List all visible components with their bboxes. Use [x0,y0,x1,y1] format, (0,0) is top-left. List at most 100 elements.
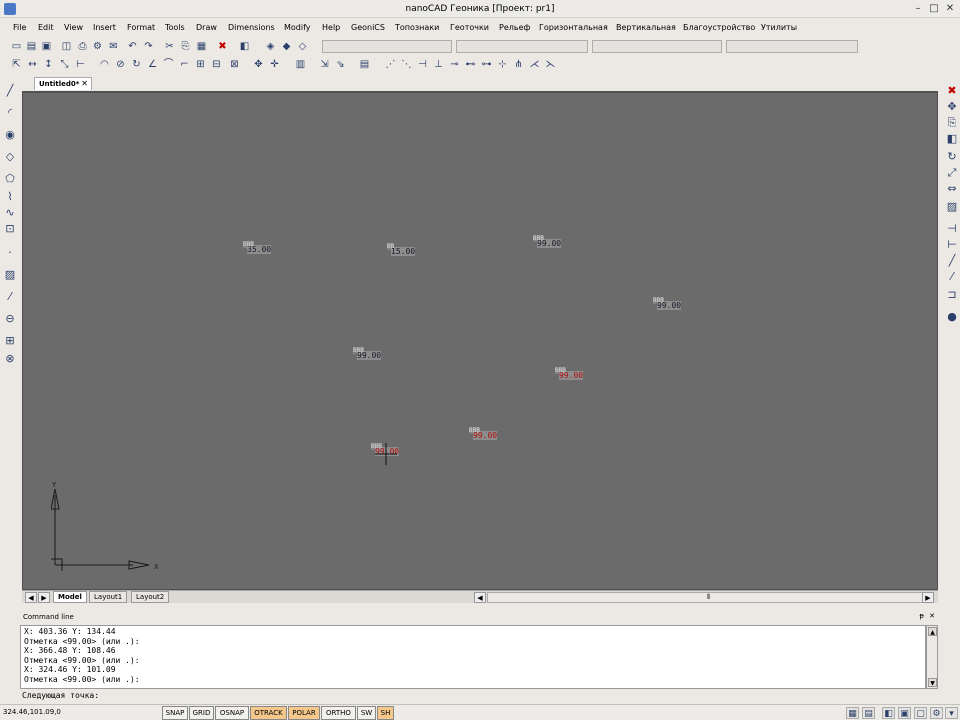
lineweight-combo[interactable] [726,40,858,53]
scale-tool-icon[interactable]: ⤢ [945,166,959,180]
layer-match-icon[interactable]: ◇ [296,40,309,53]
horizontal-scrollbar[interactable]: ⦀ [487,592,930,603]
tab-layout2[interactable]: Layout2 [131,591,170,603]
dimension-base-icon[interactable]: ⊢ [74,58,87,71]
hatch-edit-icon[interactable]: ▨ [945,200,959,214]
copy-icon[interactable]: ⎘ [179,40,192,53]
menu-view[interactable]: View [64,23,83,32]
line-icon[interactable]: ╱ [3,84,17,98]
tab-layout1[interactable]: Layout1 [89,591,128,603]
dimension-vertical-icon[interactable]: ↕ [42,58,55,71]
polygon-icon[interactable]: ⬠ [3,172,17,186]
close-tab-icon[interactable]: ✕ [81,79,88,88]
tab-next-icon[interactable]: ▶ [38,592,50,603]
block-icon[interactable]: ▥ [294,58,307,71]
osnap-toggle[interactable]: OSNAP [215,706,249,720]
ortho-toggle[interactable]: ORTHO [321,706,356,720]
close-icon[interactable]: ✕ [944,3,956,15]
stretch-tool-icon[interactable]: ⇔ [945,182,959,196]
snap-icon[interactable]: ⊠ [228,58,241,71]
rotate-tool-icon[interactable]: ↻ [945,150,959,164]
region-icon[interactable]: ⊡ [3,222,17,236]
xref-icon[interactable]: ▤ [358,58,371,71]
save-icon[interactable]: ▣ [40,40,53,53]
angle-icon[interactable]: ∠ [146,58,159,71]
menu-landscaping[interactable]: Благоустройство [683,23,755,32]
fullscreen-icon[interactable]: ▢ [914,707,927,719]
fillet-icon[interactable]: ⌒ [162,58,175,71]
gradient-icon[interactable]: ⁄ [3,290,17,304]
copy-object-icon[interactable]: ✛ [268,58,281,71]
menu-dimensions[interactable]: Dimensions [228,23,275,32]
layer-states-icon[interactable]: ◆ [280,40,293,53]
menu-utilities[interactable]: Утилиты [761,23,797,32]
explode-icon[interactable]: ⋋ [544,58,557,71]
scroll-up-icon[interactable]: ▲ [928,627,937,636]
circle-tool-icon[interactable]: ◉ [3,128,17,142]
point-tool-icon[interactable]: · [3,246,17,260]
extend-tool-icon[interactable]: ⊢ [945,238,959,252]
linetype-combo[interactable] [592,40,722,53]
join-tool-icon[interactable]: ⁄ [945,270,959,284]
tray-more-icon[interactable]: ▾ [945,707,958,719]
grid-toggle[interactable]: GRID [189,706,214,720]
command-scrollbar[interactable]: ▲ ▼ [926,625,938,689]
menu-format[interactable]: Format [127,23,155,32]
cut-icon[interactable]: ✂ [163,40,176,53]
clean-screen-icon[interactable]: ▣ [898,707,911,719]
menu-geonics[interactable]: GeoniCS [351,23,385,32]
print-icon[interactable]: ⎙ [76,40,89,53]
sw-toggle[interactable]: SW [357,706,376,720]
color-combo[interactable] [456,40,588,53]
erase-icon[interactable]: ✖ [945,84,959,98]
point-icon[interactable]: ⋰ [384,58,397,71]
menu-geopoints[interactable]: Геоточки [450,23,489,32]
dimension-aligned-icon[interactable]: ⤡ [58,58,71,71]
scale-icon[interactable]: ⋌ [528,58,541,71]
select-icon[interactable]: ⇱ [10,58,23,71]
otrack-toggle[interactable]: OTRACK [250,706,287,720]
ellipse-icon[interactable]: ⊖ [3,312,17,326]
menu-help[interactable]: Help [322,23,340,32]
publish-icon[interactable]: ✉ [107,40,120,53]
sh-toggle[interactable]: SH [377,706,394,720]
stretch-icon[interactable]: ⊶ [480,58,493,71]
new-file-icon[interactable]: ▭ [10,40,23,53]
extend-icon[interactable]: ⊥ [432,58,445,71]
chamfer-icon[interactable]: ⌐ [178,58,191,71]
rotate-icon[interactable]: ↻ [130,58,143,71]
layout-space-icon[interactable]: ▤ [862,707,875,719]
copy-tool-icon[interactable]: ⎘ [945,116,959,130]
open-icon[interactable]: ▤ [25,40,38,53]
menu-edit[interactable]: Edit [38,23,54,32]
redo-icon[interactable]: ↷ [142,40,155,53]
model-space-icon[interactable]: ▦ [846,707,859,719]
move-tool-icon[interactable]: ✥ [945,100,959,114]
snap-toggle[interactable]: SNAP [162,706,188,720]
layer-icon[interactable]: ◈ [264,40,277,53]
pin-icon[interactable]: ᵽ [919,612,924,620]
trim-icon[interactable]: ⊣ [416,58,429,71]
tray-settings-icon[interactable]: ⚙ [930,707,943,719]
hatch-icon[interactable]: ▨ [3,268,17,282]
move-icon[interactable]: ✥ [252,58,265,71]
menu-horizontal[interactable]: Горизонтальная [539,23,608,32]
chamfer-tool-icon[interactable]: ⊐ [945,288,959,302]
menu-modify[interactable]: Modify [284,23,311,32]
scroll-down-icon[interactable]: ▼ [928,678,937,687]
hscroll-right-icon[interactable]: ▶ [922,592,934,603]
menu-file[interactable]: File [13,23,26,32]
break-tool-icon[interactable]: ╱ [945,254,959,268]
dimension-linear-icon[interactable]: ↔ [26,58,39,71]
properties-icon[interactable]: ◧ [238,40,251,53]
arc-icon[interactable]: ◠ [98,58,111,71]
command-prompt[interactable]: Следующая точка: [20,690,938,701]
wipeout-icon[interactable]: ⊗ [3,352,17,366]
delete-icon[interactable]: ✖ [216,40,229,53]
lock-icon[interactable]: ◧ [882,707,895,719]
layer-combo[interactable] [322,40,452,53]
array-icon[interactable]: ⊹ [496,58,509,71]
circle-icon[interactable]: ⊘ [114,58,127,71]
block-tool-icon[interactable]: ⊞ [3,334,17,348]
print-setup-icon[interactable]: ⚙ [91,40,104,53]
